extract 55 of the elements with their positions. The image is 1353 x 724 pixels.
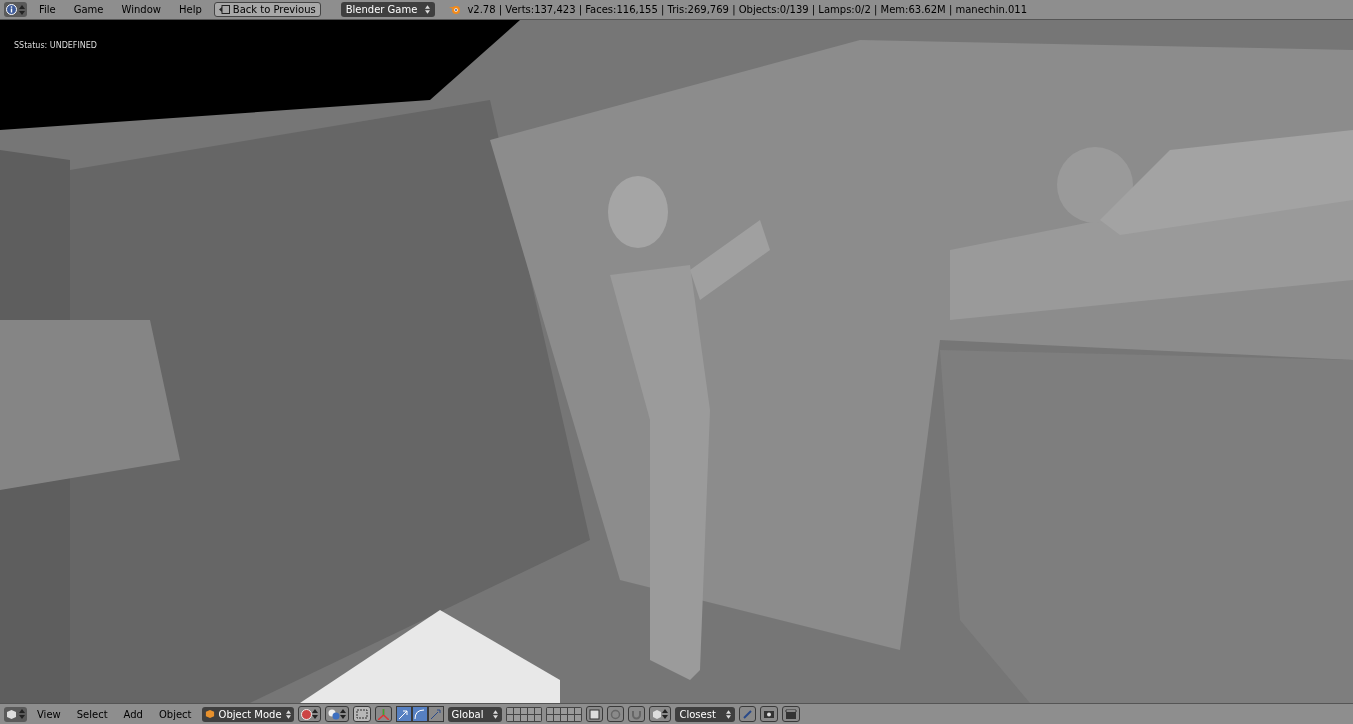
ring-icon	[610, 708, 622, 720]
menu-item[interactable]: View	[31, 706, 67, 722]
editor-type-button[interactable]	[4, 706, 27, 722]
orientation-dropdown[interactable]: Global	[447, 706, 503, 722]
layer-grid[interactable]	[506, 706, 543, 722]
menu-item[interactable]: Add	[117, 706, 149, 722]
proportional-edit-toggle[interactable]	[607, 706, 625, 722]
info-icon	[6, 4, 17, 15]
clapperboard-icon	[784, 709, 797, 719]
lock-scene-toggle[interactable]	[586, 706, 604, 722]
up-down-arrows-icon	[311, 709, 318, 719]
blender-logo-icon	[449, 4, 462, 15]
snap-element-dropdown[interactable]	[649, 706, 672, 722]
layer-grid[interactable]	[546, 706, 583, 722]
arc-icon	[414, 708, 426, 720]
menu-item[interactable]: Select	[70, 706, 114, 722]
mode-dropdown[interactable]: Object Mode	[201, 706, 294, 722]
manipulator-toggle[interactable]	[374, 706, 392, 722]
pivot-dropdown[interactable]	[324, 706, 349, 722]
align-rotation-toggle[interactable]	[738, 706, 756, 722]
up-down-arrows-icon	[19, 4, 25, 15]
menu-item[interactable]: Object	[152, 706, 198, 722]
shading-dropdown[interactable]	[297, 706, 321, 722]
menu-item[interactable]: Game	[67, 2, 110, 17]
magnet-icon	[631, 708, 643, 720]
menu-item[interactable]: Help	[172, 2, 208, 17]
translate-manipulator-button[interactable]	[395, 706, 412, 722]
back-to-previous-button[interactable]: Back to Previous	[213, 2, 321, 17]
up-down-arrows-icon	[19, 709, 25, 719]
circles-icon	[327, 708, 340, 720]
engine-dropdown[interactable]: Blender Game	[340, 2, 436, 17]
render-image-button[interactable]	[759, 706, 778, 722]
arrow-icon	[398, 708, 410, 720]
snap-toggle[interactable]	[628, 706, 646, 722]
sphere-icon	[300, 708, 312, 720]
editor-type-button[interactable]	[4, 2, 27, 17]
up-down-arrows-icon	[725, 709, 731, 719]
pencil-icon	[741, 708, 753, 720]
up-down-arrows-icon	[285, 709, 291, 719]
status-text: SStatus: UNDEFINED	[14, 40, 98, 52]
snap-target-dropdown[interactable]: Closest	[675, 706, 735, 722]
up-down-arrows-icon	[662, 709, 669, 719]
back-window-icon	[218, 5, 230, 14]
center-toggle[interactable]	[352, 706, 371, 722]
up-down-arrows-icon	[339, 709, 346, 719]
up-down-arrows-icon	[425, 5, 431, 14]
render-animation-button[interactable]	[781, 706, 800, 722]
camera-icon	[762, 709, 775, 719]
scale-handle-icon	[430, 708, 442, 720]
dotted-box-icon	[355, 709, 368, 719]
up-down-arrows-icon	[493, 709, 499, 719]
scene-statistics: v2.78 | Verts:137,423 | Faces:116,155 | Tris:269,769 | Objects:0/139 | Lamps:0/2 | Mem:63.62M | manechin.011	[467, 3, 1027, 17]
menu-item[interactable]: Window	[115, 2, 167, 17]
axes-icon	[377, 708, 389, 720]
menu-item[interactable]: File	[33, 2, 62, 17]
